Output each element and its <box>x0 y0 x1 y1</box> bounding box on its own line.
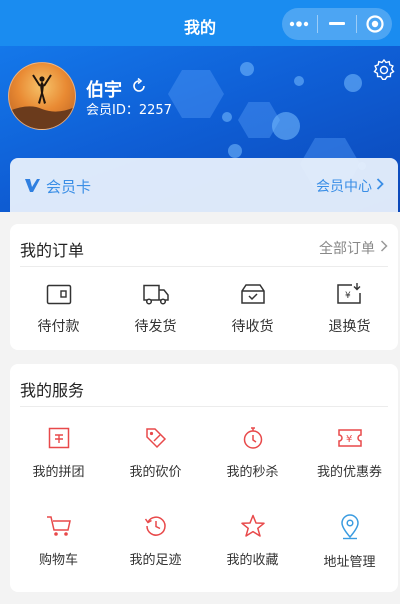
order-item-pending-payment[interactable]: 待付款 <box>10 282 107 336</box>
top-bar: 我的 <box>0 0 400 46</box>
capsule-separator <box>317 15 319 33</box>
divider <box>20 406 388 407</box>
decor-bubble <box>294 76 304 86</box>
service-bargain[interactable]: 我的砍价 <box>107 426 204 480</box>
refund-icon: ¥ <box>336 282 364 310</box>
service-label: 我的拼团 <box>32 465 85 480</box>
group-buy-icon <box>47 426 71 454</box>
truck-icon <box>142 282 170 310</box>
service-label: 我的优惠券 <box>316 465 382 480</box>
history-icon <box>144 514 168 542</box>
all-orders-label: 全部订单 <box>319 241 375 257</box>
coupon-icon: ¥ <box>337 426 363 454</box>
service-label: 我的收藏 <box>226 553 279 568</box>
chevron-right-icon <box>376 178 384 194</box>
svg-text:¥: ¥ <box>345 291 351 301</box>
all-orders-link[interactable]: 全部订单 <box>319 238 388 258</box>
service-cart[interactable]: 购物车 <box>10 514 107 570</box>
star-icon <box>240 514 266 542</box>
service-label: 购物车 <box>38 553 78 568</box>
order-item-return[interactable]: ¥ 退换货 <box>301 282 398 336</box>
price-tag-icon <box>144 426 168 454</box>
order-item-pending-shipment[interactable]: 待发货 <box>107 282 204 336</box>
order-item-label: 待发货 <box>134 319 177 335</box>
divider <box>20 266 388 267</box>
avatar[interactable] <box>8 62 76 130</box>
member-center-label: 会员中心 <box>316 179 372 195</box>
service-address[interactable]: 地址管理 <box>301 514 398 570</box>
services-grid-row-2: 购物车 我的足迹 我的收藏 地址管理 <box>10 514 398 570</box>
services-card: 我的服务 我的拼团 我的砍价 我的秒杀 ¥ 我的优惠券 购物车 我的足迹 我的收… <box>10 364 398 592</box>
orders-grid: 待付款 待发货 待收货 ¥ 退换货 <box>10 282 398 336</box>
decor-hexagon <box>168 70 224 118</box>
package-icon <box>240 282 266 310</box>
mini-program-capsule <box>282 8 392 40</box>
svg-text:¥: ¥ <box>346 434 352 445</box>
service-label: 我的足迹 <box>129 553 182 568</box>
member-center-link[interactable]: 会员中心 <box>316 176 384 196</box>
location-icon <box>339 514 361 544</box>
service-coupons[interactable]: ¥ 我的优惠券 <box>301 426 398 480</box>
orders-card: 我的订单 全部订单 待付款 待发货 待收货 ¥ 退换货 <box>10 224 398 350</box>
capsule-separator <box>355 15 357 33</box>
chevron-right-icon <box>380 240 388 256</box>
service-label: 地址管理 <box>323 555 376 570</box>
decor-bubble <box>344 74 362 92</box>
service-label: 我的砍价 <box>129 465 182 480</box>
member-id: 会员ID：2257 <box>86 103 172 118</box>
decor-bubble <box>228 144 242 158</box>
minimize-icon[interactable] <box>322 9 352 39</box>
cart-icon <box>46 514 72 542</box>
refresh-icon[interactable] <box>130 77 148 99</box>
decor-bubble <box>272 112 300 140</box>
order-item-pending-receipt[interactable]: 待收货 <box>204 282 301 336</box>
member-card-label: 会员卡 <box>46 178 92 196</box>
settings-gear-icon[interactable] <box>372 58 396 86</box>
more-icon[interactable] <box>284 9 314 39</box>
decor-bubble <box>222 112 232 122</box>
services-title: 我的服务 <box>20 381 85 400</box>
service-history[interactable]: 我的足迹 <box>107 514 204 570</box>
member-card-label-group: 会员卡 <box>24 176 91 197</box>
member-card-bar[interactable]: 会员卡 会员中心 <box>10 158 398 212</box>
service-group-buy[interactable]: 我的拼团 <box>10 426 107 480</box>
order-item-label: 待付款 <box>37 319 80 335</box>
orders-title: 我的订单 <box>20 241 85 260</box>
order-item-label: 待收货 <box>231 319 274 335</box>
service-favorites[interactable]: 我的收藏 <box>204 514 301 570</box>
service-label: 我的秒杀 <box>226 465 279 480</box>
wallet-icon <box>46 282 72 310</box>
stopwatch-icon <box>241 426 265 454</box>
service-flash-sale[interactable]: 我的秒杀 <box>204 426 301 480</box>
close-target-icon[interactable] <box>360 9 390 39</box>
v-badge-icon <box>24 177 40 197</box>
order-item-label: 退换货 <box>328 319 371 335</box>
services-grid-row-1: 我的拼团 我的砍价 我的秒杀 ¥ 我的优惠券 <box>10 426 398 480</box>
decor-bubble <box>240 62 254 76</box>
